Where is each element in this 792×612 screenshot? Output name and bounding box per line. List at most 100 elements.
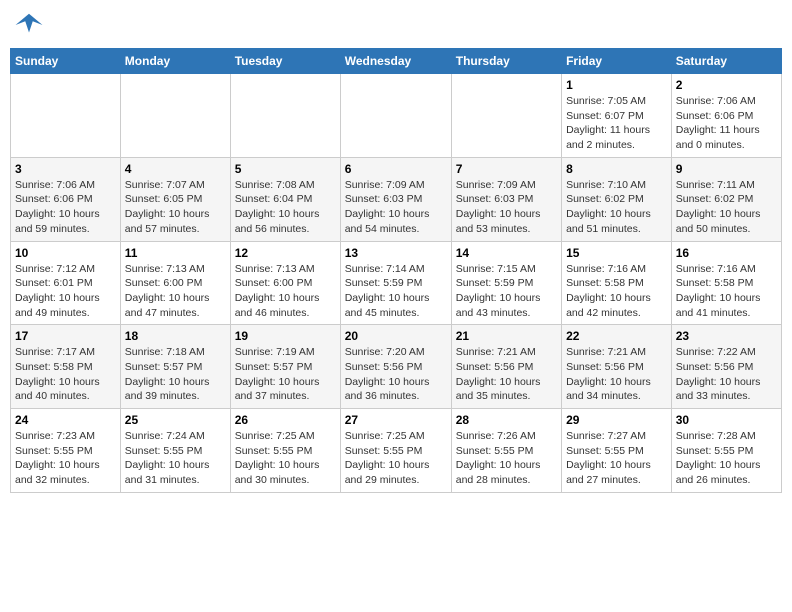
weekday-header: Wednesday [340, 49, 451, 74]
weekday-header: Sunday [11, 49, 121, 74]
day-number: 24 [15, 413, 116, 427]
calendar-cell: 4 Sunrise: 7:07 AM Sunset: 6:05 PM Daylig… [120, 157, 230, 241]
day-number: 25 [125, 413, 226, 427]
calendar-cell: 15 Sunrise: 7:16 AM Sunset: 5:58 PM Dayli… [562, 241, 672, 325]
calendar-cell: 5 Sunrise: 7:08 AM Sunset: 6:04 PM Daylig… [230, 157, 340, 241]
calendar-cell: 1 Sunrise: 7:05 AM Sunset: 6:07 PM Daylig… [562, 74, 672, 158]
day-info: Sunrise: 7:15 AM Sunset: 5:59 PM Dayligh… [456, 262, 557, 321]
calendar-week-row: 3 Sunrise: 7:06 AM Sunset: 6:06 PM Daylig… [11, 157, 782, 241]
day-number: 29 [566, 413, 667, 427]
day-info: Sunrise: 7:27 AM Sunset: 5:55 PM Dayligh… [566, 429, 667, 488]
logo-bird-icon [14, 10, 44, 40]
day-info: Sunrise: 7:22 AM Sunset: 5:56 PM Dayligh… [676, 345, 777, 404]
day-number: 23 [676, 329, 777, 343]
day-info: Sunrise: 7:12 AM Sunset: 6:01 PM Dayligh… [15, 262, 116, 321]
calendar-cell: 26 Sunrise: 7:25 AM Sunset: 5:55 PM Dayli… [230, 409, 340, 493]
day-number: 4 [125, 162, 226, 176]
calendar-cell: 30Sunrise: 7:28 AM Sunset: 5:55 PM Dayli… [671, 409, 781, 493]
calendar-cell: 21 Sunrise: 7:21 AM Sunset: 5:56 PM Dayli… [451, 325, 561, 409]
day-number: 22 [566, 329, 667, 343]
day-number: 7 [456, 162, 557, 176]
day-number: 21 [456, 329, 557, 343]
calendar-cell: 6 Sunrise: 7:09 AM Sunset: 6:03 PM Daylig… [340, 157, 451, 241]
day-info: Sunrise: 7:24 AM Sunset: 5:55 PM Dayligh… [125, 429, 226, 488]
day-info: Sunrise: 7:05 AM Sunset: 6:07 PM Dayligh… [566, 94, 667, 153]
calendar-cell: 7 Sunrise: 7:09 AM Sunset: 6:03 PM Daylig… [451, 157, 561, 241]
calendar-cell: 18 Sunrise: 7:18 AM Sunset: 5:57 PM Dayli… [120, 325, 230, 409]
day-number: 13 [345, 246, 447, 260]
calendar-cell: 17Sunrise: 7:17 AM Sunset: 5:58 PM Dayli… [11, 325, 121, 409]
day-number: 2 [676, 78, 777, 92]
day-info: Sunrise: 7:13 AM Sunset: 6:00 PM Dayligh… [125, 262, 226, 321]
calendar-cell: 29 Sunrise: 7:27 AM Sunset: 5:55 PM Dayli… [562, 409, 672, 493]
calendar-cell: 23 Sunrise: 7:22 AM Sunset: 5:56 PM Dayli… [671, 325, 781, 409]
day-number: 18 [125, 329, 226, 343]
day-info: Sunrise: 7:25 AM Sunset: 5:55 PM Dayligh… [345, 429, 447, 488]
calendar-week-row: 1 Sunrise: 7:05 AM Sunset: 6:07 PM Daylig… [11, 74, 782, 158]
day-number: 11 [125, 246, 226, 260]
day-number: 27 [345, 413, 447, 427]
calendar-week-row: 24Sunrise: 7:23 AM Sunset: 5:55 PM Dayli… [11, 409, 782, 493]
day-info: Sunrise: 7:14 AM Sunset: 5:59 PM Dayligh… [345, 262, 447, 321]
calendar-cell [340, 74, 451, 158]
calendar-cell [11, 74, 121, 158]
calendar-cell: 27 Sunrise: 7:25 AM Sunset: 5:55 PM Dayli… [340, 409, 451, 493]
day-info: Sunrise: 7:19 AM Sunset: 5:57 PM Dayligh… [235, 345, 336, 404]
day-number: 5 [235, 162, 336, 176]
calendar-cell: 8Sunrise: 7:10 AM Sunset: 6:02 PM Daylig… [562, 157, 672, 241]
day-number: 20 [345, 329, 447, 343]
day-number: 3 [15, 162, 116, 176]
logo [14, 10, 46, 40]
day-info: Sunrise: 7:11 AM Sunset: 6:02 PM Dayligh… [676, 178, 777, 237]
calendar-cell: 22Sunrise: 7:21 AM Sunset: 5:56 PM Dayli… [562, 325, 672, 409]
calendar-cell [230, 74, 340, 158]
calendar-table: SundayMondayTuesdayWednesdayThursdayFrid… [10, 48, 782, 493]
day-info: Sunrise: 7:06 AM Sunset: 6:06 PM Dayligh… [15, 178, 116, 237]
weekday-header: Tuesday [230, 49, 340, 74]
page-header [10, 10, 782, 40]
day-number: 15 [566, 246, 667, 260]
calendar-cell: 24Sunrise: 7:23 AM Sunset: 5:55 PM Dayli… [11, 409, 121, 493]
day-number: 14 [456, 246, 557, 260]
day-info: Sunrise: 7:09 AM Sunset: 6:03 PM Dayligh… [345, 178, 447, 237]
calendar-cell [451, 74, 561, 158]
weekday-header: Monday [120, 49, 230, 74]
day-info: Sunrise: 7:21 AM Sunset: 5:56 PM Dayligh… [456, 345, 557, 404]
day-number: 10 [15, 246, 116, 260]
day-number: 26 [235, 413, 336, 427]
day-number: 16 [676, 246, 777, 260]
calendar-cell: 16 Sunrise: 7:16 AM Sunset: 5:58 PM Dayli… [671, 241, 781, 325]
calendar-cell: 10 Sunrise: 7:12 AM Sunset: 6:01 PM Dayli… [11, 241, 121, 325]
day-info: Sunrise: 7:25 AM Sunset: 5:55 PM Dayligh… [235, 429, 336, 488]
day-info: Sunrise: 7:09 AM Sunset: 6:03 PM Dayligh… [456, 178, 557, 237]
day-number: 6 [345, 162, 447, 176]
calendar-cell: 28 Sunrise: 7:26 AM Sunset: 5:55 PM Dayli… [451, 409, 561, 493]
calendar-cell: 12Sunrise: 7:13 AM Sunset: 6:00 PM Dayli… [230, 241, 340, 325]
calendar-cell: 19 Sunrise: 7:19 AM Sunset: 5:57 PM Dayli… [230, 325, 340, 409]
calendar-cell [120, 74, 230, 158]
calendar-cell: 20 Sunrise: 7:20 AM Sunset: 5:56 PM Dayli… [340, 325, 451, 409]
day-info: Sunrise: 7:06 AM Sunset: 6:06 PM Dayligh… [676, 94, 777, 153]
day-info: Sunrise: 7:20 AM Sunset: 5:56 PM Dayligh… [345, 345, 447, 404]
day-number: 8 [566, 162, 667, 176]
weekday-header: Saturday [671, 49, 781, 74]
day-info: Sunrise: 7:07 AM Sunset: 6:05 PM Dayligh… [125, 178, 226, 237]
day-info: Sunrise: 7:08 AM Sunset: 6:04 PM Dayligh… [235, 178, 336, 237]
calendar-week-row: 17Sunrise: 7:17 AM Sunset: 5:58 PM Dayli… [11, 325, 782, 409]
day-number: 9 [676, 162, 777, 176]
day-number: 12 [235, 246, 336, 260]
calendar-cell: 3 Sunrise: 7:06 AM Sunset: 6:06 PM Daylig… [11, 157, 121, 241]
calendar-cell: 13 Sunrise: 7:14 AM Sunset: 5:59 PM Dayli… [340, 241, 451, 325]
calendar-cell: 14 Sunrise: 7:15 AM Sunset: 5:59 PM Dayli… [451, 241, 561, 325]
weekday-header: Friday [562, 49, 672, 74]
calendar-header-row: SundayMondayTuesdayWednesdayThursdayFrid… [11, 49, 782, 74]
day-info: Sunrise: 7:18 AM Sunset: 5:57 PM Dayligh… [125, 345, 226, 404]
day-number: 19 [235, 329, 336, 343]
calendar-cell: 25 Sunrise: 7:24 AM Sunset: 5:55 PM Dayli… [120, 409, 230, 493]
day-info: Sunrise: 7:26 AM Sunset: 5:55 PM Dayligh… [456, 429, 557, 488]
day-number: 17 [15, 329, 116, 343]
day-info: Sunrise: 7:16 AM Sunset: 5:58 PM Dayligh… [676, 262, 777, 321]
day-number: 28 [456, 413, 557, 427]
day-info: Sunrise: 7:16 AM Sunset: 5:58 PM Dayligh… [566, 262, 667, 321]
day-number: 1 [566, 78, 667, 92]
